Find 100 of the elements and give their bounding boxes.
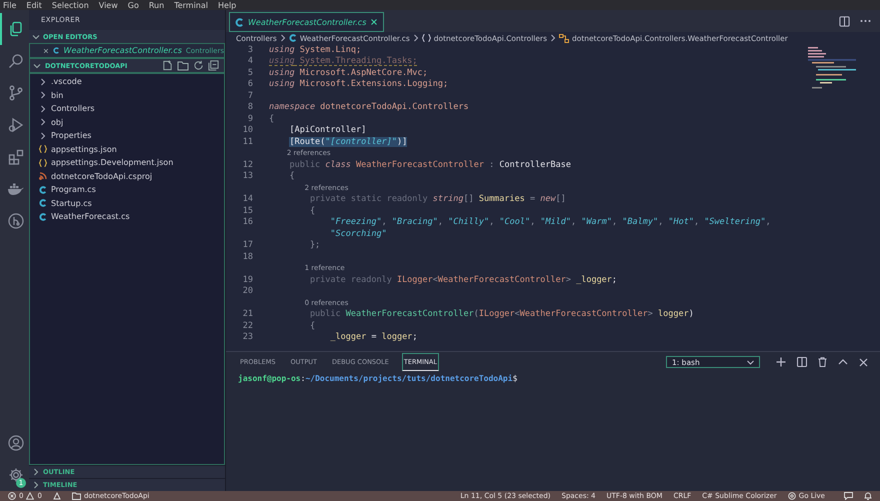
line-number: 20 — [242, 286, 253, 296]
broadcast-icon[interactable] — [788, 492, 796, 500]
file-name: Controllers — [51, 104, 95, 114]
line-number: 7 — [248, 90, 253, 101]
editor-tab[interactable]: WeatherForecastController.cs — [229, 12, 384, 32]
menu-item[interactable]: Selection — [52, 0, 89, 10]
line-number: 13 — [242, 171, 253, 182]
csharp-file-icon — [235, 18, 244, 26]
menu-item[interactable]: Edit — [26, 0, 42, 10]
more-icon[interactable] — [860, 19, 871, 23]
line-number: 11 — [242, 136, 253, 147]
close-icon[interactable] — [859, 358, 868, 366]
code-line: }; — [310, 240, 320, 250]
terminal-prompt: jasonf@pop-os:~/Documents/projects/tuts/dotnetcoreTodoApi$ — [237, 373, 518, 385]
file-name: dotnetcoreTodoApi.csproj — [51, 172, 152, 181]
code-line: "Freezing", "Bracing", "Chilly", "Cool", "Mild", "Warm", "Balmy", "Hot", "Sweltering", — [330, 217, 771, 228]
new-folder-icon[interactable] — [177, 60, 189, 71]
line-number: 15 — [242, 206, 253, 216]
tree-item[interactable]: Properties — [30, 129, 224, 142]
rss-icon — [39, 172, 47, 180]
split-editor-icon[interactable] — [839, 16, 850, 26]
line-number: 10 — [242, 125, 253, 136]
whale-icon[interactable] — [7, 182, 24, 196]
code-line: private static readonly string[] Summaries = new[] — [310, 194, 566, 204]
caret-icon — [747, 360, 754, 364]
code-line: { — [310, 206, 316, 216]
line-number: 22 — [242, 320, 253, 331]
tree-item[interactable]: WeatherForecast.cs — [30, 210, 224, 224]
line-number: 4 — [248, 56, 253, 66]
line-number: 18 — [242, 252, 253, 262]
file-name: bin — [51, 90, 64, 100]
code-line: _logger = logger; — [330, 332, 418, 342]
file-name: WeatherForecast.cs — [51, 212, 130, 222]
plus-icon[interactable] — [776, 357, 786, 367]
menu-item[interactable]: File — [3, 0, 16, 10]
chevron-icon — [412, 34, 419, 42]
line-number: 8 — [248, 102, 253, 112]
line-number: 14 — [242, 194, 253, 204]
chevron-icon — [280, 34, 286, 42]
tree-item[interactable]: obj — [30, 116, 224, 129]
settings-icon[interactable] — [8, 467, 24, 483]
line-number: 3 — [248, 44, 253, 55]
line-number: 17 — [242, 240, 253, 250]
close-icon[interactable] — [370, 18, 378, 26]
tree-item[interactable]: .vscode — [30, 75, 224, 88]
code-line: public WeatherForecastController(ILogger<WeatherForecastController> logger) — [310, 309, 694, 320]
collapse-all-icon[interactable] — [208, 60, 219, 71]
tree-item[interactable]: Startup.cs — [30, 196, 224, 210]
menu-item[interactable]: Go — [128, 0, 139, 10]
folder-icon — [72, 492, 81, 500]
account-icon[interactable] — [8, 435, 24, 451]
csharp-file-icon — [288, 34, 297, 42]
braces-icon — [39, 158, 47, 167]
line-number: 19 — [242, 274, 253, 285]
menu-item[interactable]: Run — [148, 0, 164, 10]
code-line: using System.Linq; — [269, 44, 362, 55]
line-number: 21 — [242, 309, 253, 320]
file-name: appsettings.Development.json — [51, 158, 174, 168]
csharp-file-icon — [52, 46, 60, 55]
code-line: namespace dotnetcoreTodoApi.Controllers — [269, 102, 469, 112]
menu-item[interactable]: Terminal — [174, 0, 208, 10]
refresh-icon[interactable] — [193, 60, 204, 71]
close-icon[interactable] — [43, 46, 49, 54]
tree-item[interactable]: appsettings.json — [30, 142, 224, 156]
warning-icon[interactable] — [26, 492, 34, 500]
tree-item[interactable]: Controllers — [30, 102, 224, 116]
file-name: Startup.cs — [51, 198, 92, 208]
split-terminal-icon[interactable] — [797, 357, 807, 367]
menu-item[interactable]: View — [98, 0, 118, 10]
files-icon[interactable] — [8, 21, 24, 37]
line-number: 5 — [248, 68, 253, 78]
trash-icon[interactable] — [818, 357, 827, 367]
line-number: 12 — [242, 160, 253, 170]
feedback-icon[interactable] — [844, 492, 853, 500]
branch-icon[interactable] — [8, 85, 24, 101]
line-number: 6 — [248, 79, 253, 90]
code-line: using System.Threading.Tasks; — [269, 56, 418, 66]
new-file-icon[interactable] — [162, 60, 173, 71]
menu-item[interactable]: Help — [218, 0, 236, 10]
search-icon[interactable] — [8, 53, 24, 69]
code-line: { — [289, 171, 295, 182]
code-line: public class WeatherForecastController : ControllerBase — [289, 160, 571, 170]
run-debug-icon[interactable] — [8, 117, 24, 133]
code-line: { — [310, 320, 316, 331]
line-number: 23 — [242, 332, 253, 342]
chevron-up-icon[interactable] — [838, 359, 848, 365]
file-name: Program.cs — [51, 185, 96, 194]
tree-item[interactable]: dotnetcoreTodoApi.csproj — [30, 170, 224, 183]
file-name: .vscode — [51, 77, 82, 86]
extensions-icon[interactable] — [8, 149, 24, 165]
bell-icon[interactable] — [864, 492, 872, 500]
git-graph-icon[interactable] — [8, 213, 24, 229]
line-number: 16 — [242, 217, 253, 228]
class-icon — [559, 34, 569, 42]
tree-item[interactable]: bin — [30, 88, 224, 102]
tree-item[interactable]: appsettings.Development.json — [30, 156, 224, 170]
tree-item[interactable]: Program.cs — [30, 183, 224, 196]
chevron-icon — [550, 34, 556, 42]
error-icon[interactable] — [8, 492, 16, 500]
code-line: [ApiController] — [289, 125, 366, 136]
